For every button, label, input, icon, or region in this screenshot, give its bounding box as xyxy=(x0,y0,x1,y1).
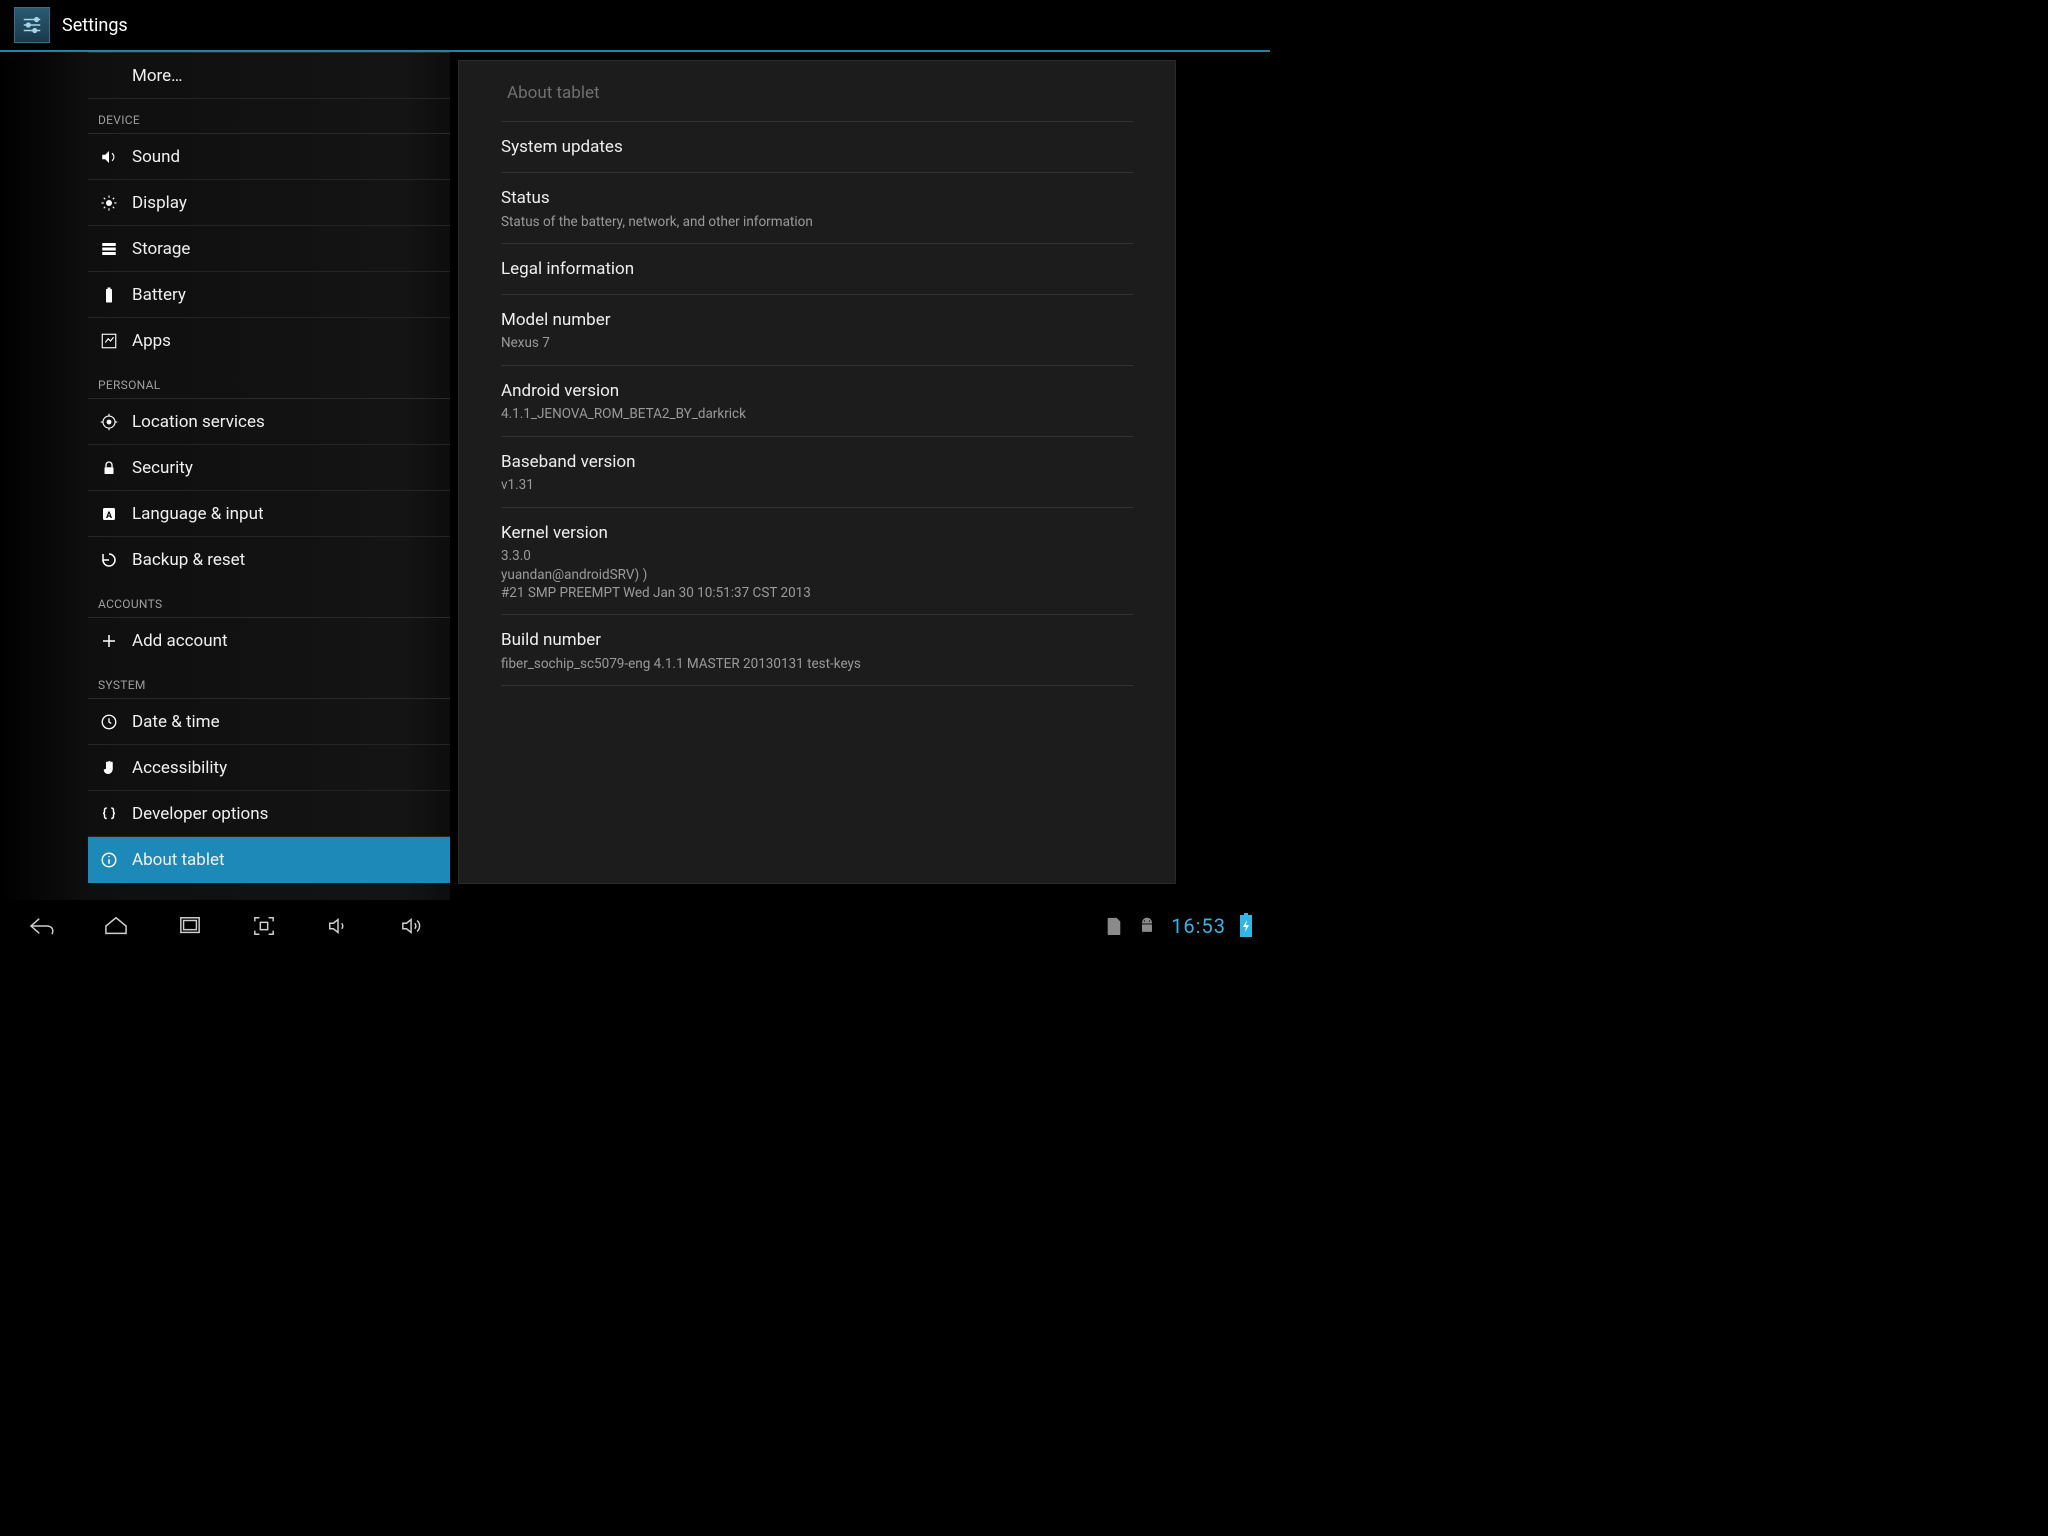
sidebar-item-label: Accessibility xyxy=(132,758,227,778)
app-header: Settings xyxy=(0,0,1270,52)
category-personal: PERSONAL xyxy=(88,364,450,398)
sidebar-item-more[interactable]: More… xyxy=(88,53,450,99)
sidebar-item-accessibility[interactable]: Accessibility xyxy=(88,745,450,791)
sdcard-icon xyxy=(1105,916,1123,936)
hand-icon xyxy=(98,757,120,779)
row-android-version[interactable]: Android version 4.1.1_JENOVA_ROM_BETA2_B… xyxy=(501,366,1133,437)
row-title: Build number xyxy=(501,629,1133,653)
sidebar-item-label: Storage xyxy=(132,239,190,259)
storage-icon xyxy=(98,238,120,260)
android-icon xyxy=(1137,916,1157,936)
info-icon xyxy=(98,849,120,871)
sidebar-item-label: Sound xyxy=(132,147,180,167)
clock-icon xyxy=(98,711,120,733)
app-title: Settings xyxy=(62,15,128,36)
home-button[interactable] xyxy=(92,905,140,947)
sidebar-item-label: About tablet xyxy=(132,850,225,870)
sidebar-item-label: Backup & reset xyxy=(132,550,245,570)
sidebar-item-label: Battery xyxy=(132,285,186,305)
sidebar-item-label: Language & input xyxy=(132,504,264,524)
sidebar-item-sound[interactable]: Sound xyxy=(88,134,450,180)
category-device: DEVICE xyxy=(88,99,450,133)
main-panel-container: About tablet System updates Status Statu… xyxy=(450,52,1270,900)
sidebar-item-display[interactable]: Display xyxy=(88,180,450,226)
row-build-number: Build number fiber_sochip_sc5079-eng 4.1… xyxy=(501,615,1133,686)
row-title: Status xyxy=(501,187,1133,211)
row-status[interactable]: Status Status of the battery, network, a… xyxy=(501,173,1133,244)
sidebar-item-about[interactable]: About tablet xyxy=(88,837,450,883)
row-subtitle: 3.3.0 yuandan@androidSRV) ) #21 SMP PREE… xyxy=(501,547,1133,602)
back-button[interactable] xyxy=(18,905,66,947)
row-model-number: Model number Nexus 7 xyxy=(501,295,1133,366)
screenshot-button[interactable] xyxy=(240,905,288,947)
row-title: System updates xyxy=(501,136,1133,160)
system-navbar: 16:53 xyxy=(0,900,1270,952)
row-title: Kernel version xyxy=(501,522,1133,546)
sidebar-item-label: Security xyxy=(132,458,193,478)
lock-icon xyxy=(98,457,120,479)
sidebar-item-apps[interactable]: Apps xyxy=(88,318,450,364)
sidebar-item-label: Display xyxy=(132,193,187,213)
battery-charging-icon xyxy=(1240,915,1252,937)
row-kernel-version: Kernel version 3.3.0 yuandan@androidSRV)… xyxy=(501,508,1133,615)
sidebar-item-storage[interactable]: Storage xyxy=(88,226,450,272)
row-title: Legal information xyxy=(501,258,1133,282)
category-accounts: ACCOUNTS xyxy=(88,583,450,617)
sidebar-item-developer[interactable]: Developer options xyxy=(88,791,450,837)
sidebar-item-add-account[interactable]: Add account xyxy=(88,618,450,664)
row-title: Model number xyxy=(501,309,1133,333)
sidebar-item-backup[interactable]: Backup & reset xyxy=(88,537,450,583)
volume-up-button[interactable] xyxy=(388,905,436,947)
volume-down-button[interactable] xyxy=(314,905,362,947)
panel-title: About tablet xyxy=(501,61,1133,122)
braces-icon xyxy=(98,803,120,825)
about-tablet-panel: About tablet System updates Status Statu… xyxy=(458,60,1176,884)
plus-icon xyxy=(98,630,120,652)
status-area[interactable]: 16:53 xyxy=(1105,914,1252,938)
category-system: SYSTEM xyxy=(88,664,450,698)
recent-apps-button[interactable] xyxy=(166,905,214,947)
row-baseband-version: Baseband version v1.31 xyxy=(501,437,1133,508)
display-icon xyxy=(98,192,120,214)
language-icon: A xyxy=(98,503,120,525)
sidebar-item-location[interactable]: Location services xyxy=(88,399,450,445)
row-subtitle: Status of the battery, network, and othe… xyxy=(501,213,1133,231)
sidebar-item-battery[interactable]: Battery xyxy=(88,272,450,318)
settings-sidebar: More… DEVICE Sound Display Storage Batte… xyxy=(0,52,450,900)
settings-app-icon xyxy=(14,7,50,43)
row-subtitle: fiber_sochip_sc5079-eng 4.1.1 MASTER 201… xyxy=(501,655,1133,673)
sidebar-item-label: More… xyxy=(98,66,183,86)
apps-icon xyxy=(98,330,120,352)
sidebar-item-security[interactable]: Security xyxy=(88,445,450,491)
sidebar-item-datetime[interactable]: Date & time xyxy=(88,699,450,745)
location-icon xyxy=(98,411,120,433)
row-legal[interactable]: Legal information xyxy=(501,244,1133,295)
sidebar-item-label: Date & time xyxy=(132,712,220,732)
battery-icon xyxy=(98,284,120,306)
row-subtitle: Nexus 7 xyxy=(501,334,1133,352)
sound-icon xyxy=(98,146,120,168)
sidebar-item-label: Add account xyxy=(132,631,228,651)
backup-icon xyxy=(98,549,120,571)
row-subtitle: v1.31 xyxy=(501,476,1133,494)
row-title: Android version xyxy=(501,380,1133,404)
sidebar-item-label: Location services xyxy=(132,412,265,432)
row-system-updates[interactable]: System updates xyxy=(501,122,1133,173)
sidebar-item-language[interactable]: A Language & input xyxy=(88,491,450,537)
sidebar-item-label: Apps xyxy=(132,331,171,351)
row-subtitle: 4.1.1_JENOVA_ROM_BETA2_BY_darkrick xyxy=(501,405,1133,423)
clock-label: 16:53 xyxy=(1171,914,1226,938)
row-title: Baseband version xyxy=(501,451,1133,475)
svg-text:A: A xyxy=(106,510,113,520)
sidebar-item-label: Developer options xyxy=(132,804,268,824)
